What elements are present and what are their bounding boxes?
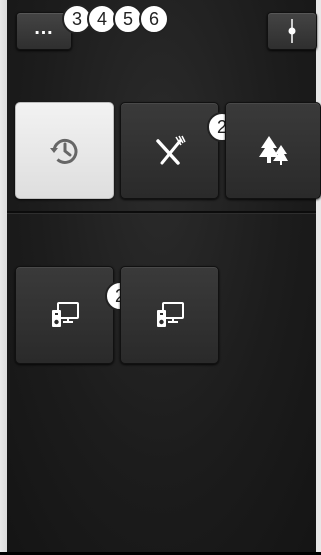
ellipsis-icon: … [33, 16, 55, 39]
history-button[interactable] [15, 102, 114, 199]
right-edge [316, 0, 321, 555]
device-button-2[interactable] [120, 266, 219, 364]
history-icon [49, 138, 77, 164]
vertical-slider-icon [288, 19, 296, 43]
page-badge-6[interactable]: 6 [139, 4, 169, 34]
device-icon [51, 302, 79, 327]
options-button[interactable] [267, 12, 317, 50]
fork-knife-icon [155, 135, 186, 165]
nature-button[interactable] [225, 102, 321, 199]
device-button-1[interactable] [15, 266, 114, 364]
left-edge [0, 0, 7, 555]
restaurant-button[interactable] [120, 102, 219, 199]
device-icon [156, 302, 184, 327]
section-divider [7, 211, 316, 214]
trees-icon [259, 135, 288, 165]
app-screen: … 3 4 5 6 2 [0, 0, 321, 555]
